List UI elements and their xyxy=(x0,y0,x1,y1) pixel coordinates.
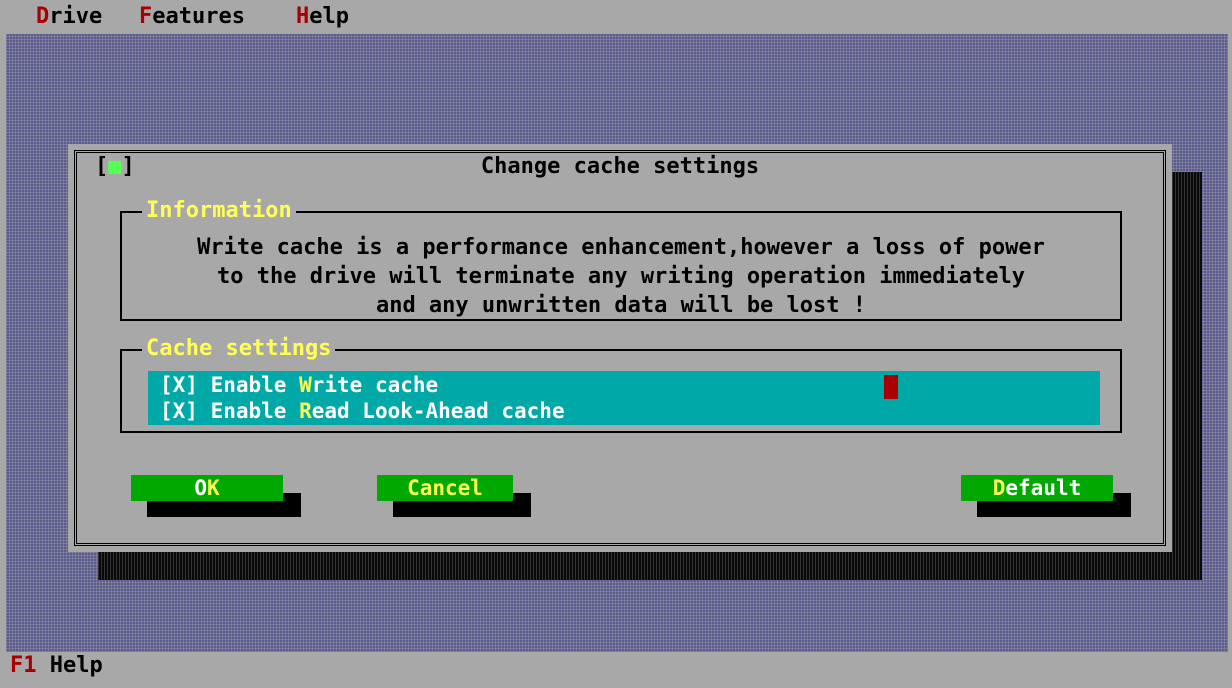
cancel-button[interactable]: Cancel xyxy=(377,475,513,501)
read-lookahead-checkbox[interactable]: [X] Enable Read Look-Ahead cache xyxy=(160,398,565,424)
dialog-title: Change cache settings xyxy=(470,154,770,179)
ok-hotkey: O xyxy=(194,476,207,500)
ok-label: K xyxy=(207,476,220,500)
write-cache-prefix: [X] Enable xyxy=(160,373,300,397)
status-bar: F1 Help xyxy=(0,652,1232,688)
menu-features-label: eatures xyxy=(152,4,245,29)
menu-help-label: elp xyxy=(309,4,349,29)
menu-bar: Drive Features Help xyxy=(0,0,1232,34)
default-button-text: Default xyxy=(961,475,1113,501)
menu-features-hotkey: F xyxy=(139,4,153,29)
write-cache-checkbox[interactable]: [X] Enable Write cache xyxy=(160,372,438,398)
close-icon: ■ xyxy=(108,154,122,179)
read-lookahead-prefix: [X] Enable xyxy=(160,399,300,423)
cache-settings-label: Cache settings xyxy=(142,335,336,363)
menu-help-hotkey: H xyxy=(296,4,310,29)
cancel-label: Cancel xyxy=(407,476,483,500)
menu-drive-label: rive xyxy=(49,4,103,29)
f1-key: F1 xyxy=(10,653,37,678)
f1-help-label: Help xyxy=(36,653,103,678)
ok-button-text: OK xyxy=(131,475,283,501)
menu-help[interactable]: Help xyxy=(296,0,349,34)
close-bracket-left: [ xyxy=(95,154,109,179)
write-cache-suffix: rite cache xyxy=(311,373,439,397)
close-bracket-right: ] xyxy=(121,154,135,179)
f1-help-hint[interactable]: F1 Help xyxy=(10,652,103,680)
cache-settings-group: Cache settings [X] Enable Write cache [X… xyxy=(120,335,1122,433)
dialog-frame: Change cache settings [■] Information Wr… xyxy=(74,150,1166,546)
information-group: Information Write cache is a performance… xyxy=(120,197,1122,321)
information-text: Write cache is a performance enhancement… xyxy=(197,235,1045,318)
menu-features[interactable]: Features xyxy=(139,0,245,34)
cancel-button-text: Cancel xyxy=(377,475,513,501)
menu-drive[interactable]: Drive xyxy=(36,0,102,34)
close-button[interactable]: [■] xyxy=(93,154,137,180)
write-cache-hotkey: W xyxy=(299,373,312,397)
text-cursor xyxy=(884,375,898,399)
menu-drive-hotkey: D xyxy=(36,4,50,29)
ok-button[interactable]: OK xyxy=(131,475,283,501)
cache-settings-dialog: Change cache settings [■] Information Wr… xyxy=(68,144,1172,552)
read-lookahead-suffix: ead Look-Ahead cache xyxy=(311,399,565,423)
default-button[interactable]: Default xyxy=(961,475,1113,501)
dialog-title-bar: Change cache settings xyxy=(77,153,1163,181)
information-label: Information xyxy=(142,197,296,225)
default-label: efault xyxy=(1005,476,1082,500)
default-hotkey: D xyxy=(992,476,1006,500)
read-lookahead-hotkey: R xyxy=(299,399,312,423)
cache-options-list: [X] Enable Write cache [X] Enable Read L… xyxy=(148,371,1100,425)
